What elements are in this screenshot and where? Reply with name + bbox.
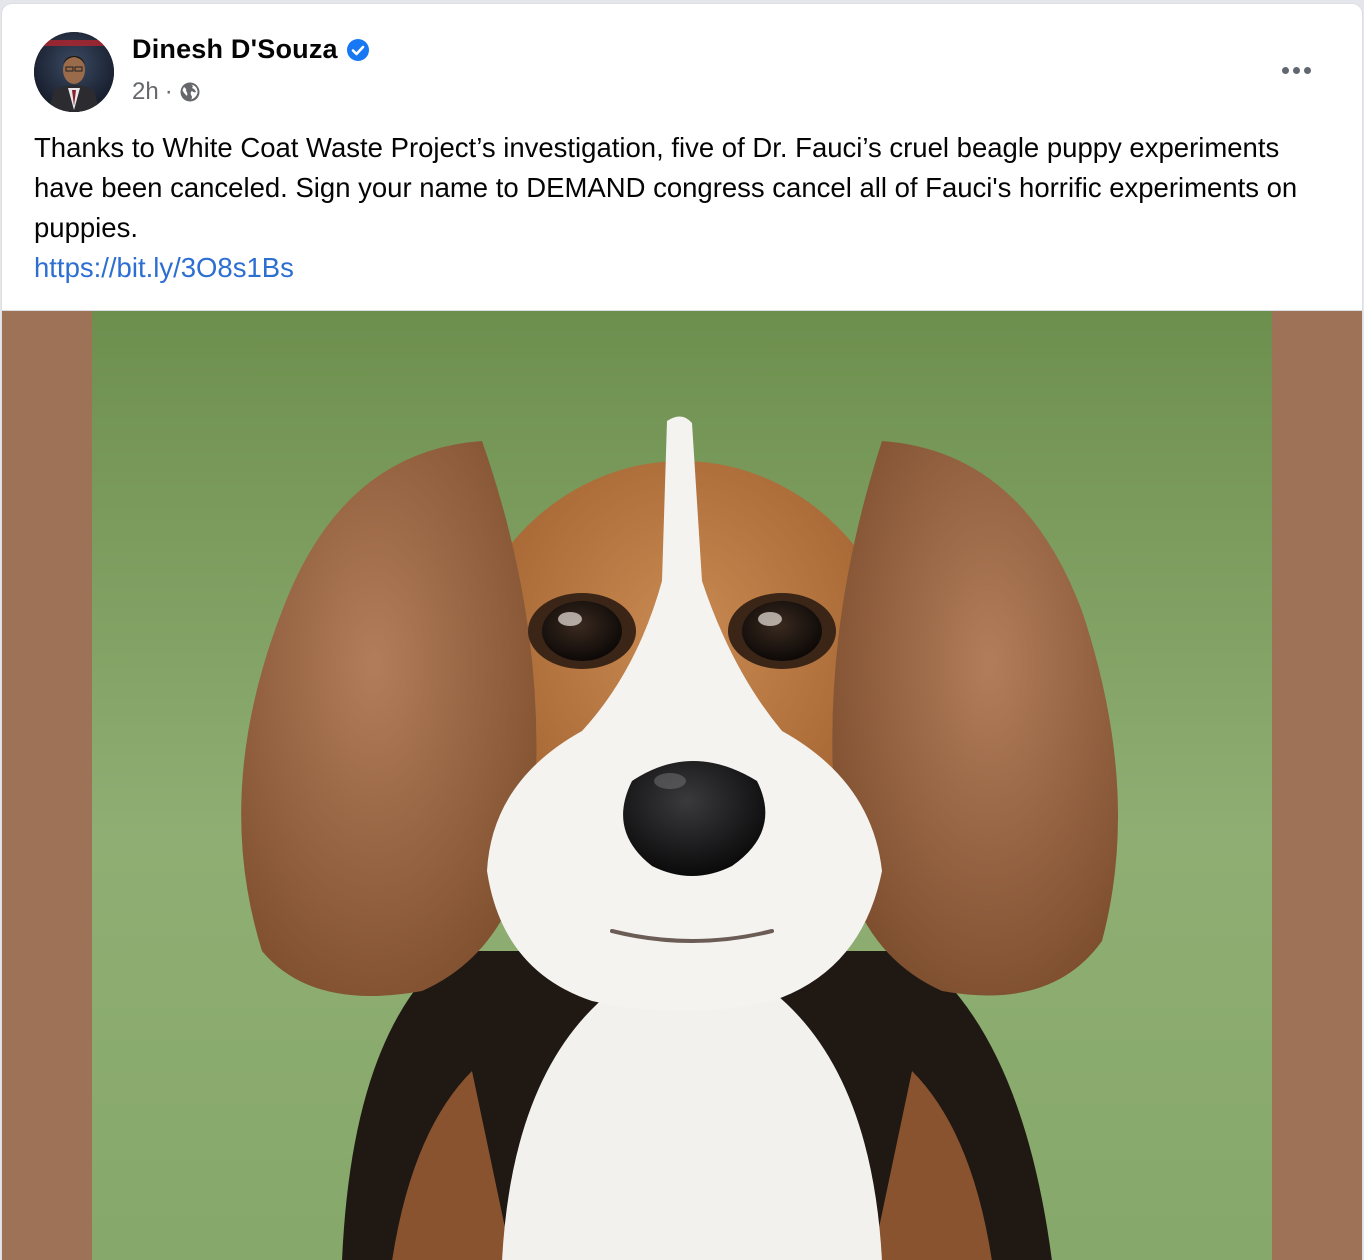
avatar-image bbox=[34, 32, 114, 112]
post-meta: 2h · bbox=[132, 78, 201, 106]
author-line: Dinesh D'Souza bbox=[132, 34, 370, 65]
post-header: Dinesh D'Souza 2h · bbox=[2, 4, 1362, 114]
post-link[interactable]: https://bit.ly/3O8s1Bs bbox=[34, 248, 294, 288]
more-options-icon[interactable] bbox=[1268, 50, 1324, 90]
post-text: Thanks to White Coat Waste Project’s inv… bbox=[34, 128, 1324, 288]
post-message: Thanks to White Coat Waste Project’s inv… bbox=[34, 132, 1298, 243]
author-name[interactable]: Dinesh D'Souza bbox=[132, 34, 338, 65]
verified-badge-icon bbox=[346, 38, 370, 62]
beagle-photo[interactable] bbox=[92, 311, 1272, 1260]
post-timestamp[interactable]: 2h bbox=[132, 78, 159, 106]
post-card: Dinesh D'Souza 2h · Thanks to White Coat… bbox=[2, 4, 1362, 1260]
post-media[interactable] bbox=[2, 310, 1362, 1260]
beagle-image bbox=[92, 311, 1272, 1260]
globe-icon bbox=[179, 81, 201, 103]
meta-separator: · bbox=[164, 78, 173, 105]
author-avatar[interactable] bbox=[34, 32, 114, 112]
